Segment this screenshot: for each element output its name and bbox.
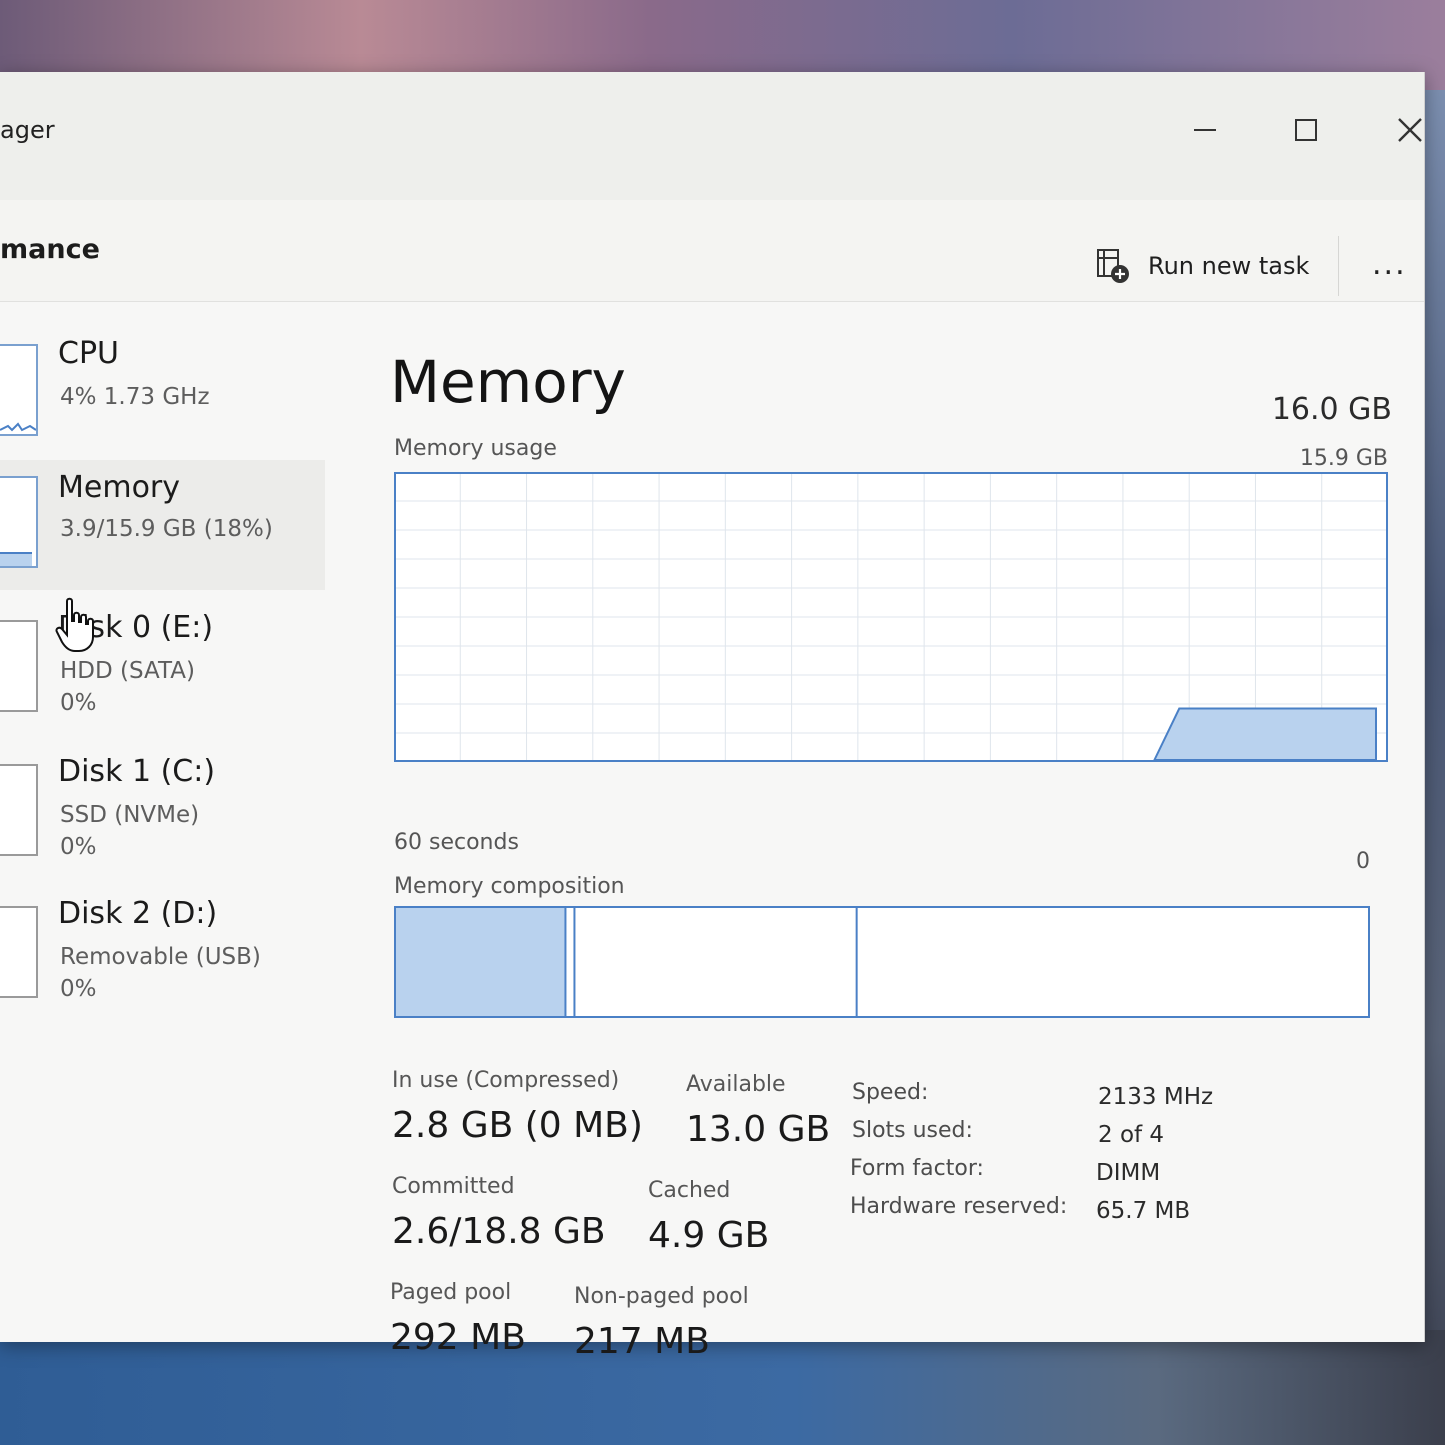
spec-form-factor-label: Form factor:: [850, 1156, 984, 1181]
sidebar-item-label: Disk 1 (C:): [58, 754, 216, 789]
disk-1-thumbnail: [0, 764, 38, 856]
spec-speed-value: 2133 MHz: [1098, 1084, 1214, 1110]
spec-hardware-reserved-label: Hardware reserved:: [850, 1194, 1068, 1219]
disk-0-thumbnail: [0, 620, 38, 712]
window-title: ager: [0, 116, 55, 144]
memory-panel: Memory 16.0 GB Memory usage 15.9 GB 60 s…: [390, 312, 1400, 1362]
close-button[interactable]: [1380, 108, 1440, 152]
composition-in-use: [394, 906, 567, 1018]
spec-form-factor-value: DIMM: [1096, 1160, 1161, 1186]
sidebar-item-disk-0[interactable]: Disk 0 (E:) HDD (SATA) 0%: [0, 608, 325, 738]
memory-composition-bar: [394, 906, 1370, 1018]
sidebar-item-subtitle: HDD (SATA): [60, 658, 195, 684]
memory-usage-graph: [394, 472, 1388, 762]
section-title: mance: [0, 234, 100, 265]
sidebar-item-usage: 0%: [60, 834, 97, 860]
sidebar-item-cpu[interactable]: CPU 4% 1.73 GHz: [0, 312, 325, 442]
minimize-icon: [1194, 129, 1216, 131]
sidebar-item-label: Disk 2 (D:): [58, 896, 218, 931]
stat-committed: Committed 2.6/18.8 GB: [392, 1174, 606, 1252]
stat-value: 217 MB: [574, 1321, 710, 1362]
maximize-button[interactable]: [1276, 108, 1336, 152]
sidebar-item-subtitle: 3.9/15.9 GB (18%): [60, 516, 273, 542]
task-manager-window: ager mance Run new task ... CPU 4% 1.73 …: [0, 72, 1425, 1362]
stat-label: Paged pool: [390, 1280, 512, 1305]
cpu-thumbnail: [0, 344, 38, 436]
sidebar-item-label: Memory: [58, 470, 181, 505]
memory-usage-label: Memory usage: [394, 436, 557, 461]
stat-cached: Cached 4.9 GB: [648, 1178, 769, 1256]
stat-paged-pool: Paged pool 292 MB: [390, 1280, 526, 1358]
run-new-task-label: Run new task: [1148, 252, 1310, 280]
stat-label: In use (Compressed): [392, 1068, 620, 1093]
graph-zero-label: 0: [1356, 849, 1370, 874]
page-header: mance Run new task ...: [0, 200, 1424, 302]
memory-composition-label: Memory composition: [394, 874, 625, 899]
stat-in-use: In use (Compressed) 2.8 GB (0 MB): [392, 1068, 643, 1146]
stat-value: 13.0 GB: [686, 1109, 831, 1150]
title-bar: ager: [0, 72, 1424, 200]
sidebar-item-label: CPU: [58, 336, 119, 371]
stat-label: Non-paged pool: [574, 1284, 749, 1309]
stat-value: 2.8 GB (0 MB): [392, 1105, 643, 1146]
memory-usage-area: [1152, 707, 1377, 761]
stat-non-paged-pool: Non-paged pool 217 MB: [574, 1284, 749, 1362]
memory-usage-max: 15.9 GB: [1299, 446, 1388, 471]
run-new-task-button[interactable]: Run new task: [1092, 244, 1309, 288]
memory-total: 16.0 GB: [1271, 392, 1392, 427]
more-options-button[interactable]: ...: [1372, 250, 1416, 286]
toolbar-divider: [1338, 236, 1339, 296]
sidebar-item-subtitle: SSD (NVMe): [60, 802, 200, 828]
spec-hardware-reserved-value: 65.7 MB: [1096, 1198, 1191, 1224]
sidebar-item-subtitle: Removable (USB): [60, 944, 261, 970]
stat-label: Committed: [392, 1174, 515, 1199]
disk-2-thumbnail: [0, 906, 38, 998]
stat-value: 4.9 GB: [648, 1215, 770, 1256]
sidebar-item-memory[interactable]: Memory 3.9/15.9 GB (18%): [0, 460, 325, 590]
stat-value: 2.6/18.8 GB: [392, 1211, 606, 1252]
stat-available: Available 13.0 GB: [686, 1072, 830, 1150]
time-span-label: 60 seconds: [394, 830, 519, 855]
spec-speed-label: Speed:: [852, 1080, 929, 1105]
memory-thumbnail-fill: [0, 552, 32, 566]
stat-label: Available: [686, 1072, 786, 1097]
sidebar-item-disk-1[interactable]: Disk 1 (C:) SSD (NVMe) 0%: [0, 752, 325, 882]
hand-cursor-icon: [55, 597, 94, 652]
sidebar-item-disk-2[interactable]: Disk 2 (D:) Removable (USB) 0%: [0, 894, 325, 1024]
spec-slots-label: Slots used:: [852, 1118, 973, 1143]
stat-value: 292 MB: [390, 1317, 526, 1358]
minimize-button[interactable]: [1175, 108, 1235, 152]
spec-slots-value: 2 of 4: [1098, 1122, 1165, 1148]
sidebar-item-subtitle: 4% 1.73 GHz: [60, 384, 210, 410]
page-title: Memory: [390, 348, 626, 416]
cpu-sparkline: [0, 422, 37, 432]
stat-label: Cached: [648, 1178, 731, 1203]
sidebar-item-usage: 0%: [60, 690, 97, 716]
run-task-icon: [1097, 249, 1129, 283]
close-icon: [1398, 118, 1422, 142]
sidebar-item-usage: 0%: [60, 976, 97, 1002]
memory-thumbnail: [0, 476, 38, 568]
maximize-icon: [1295, 119, 1317, 141]
performance-sidebar: CPU 4% 1.73 GHz Memory 3.9/15.9 GB (18%)…: [0, 312, 330, 1332]
